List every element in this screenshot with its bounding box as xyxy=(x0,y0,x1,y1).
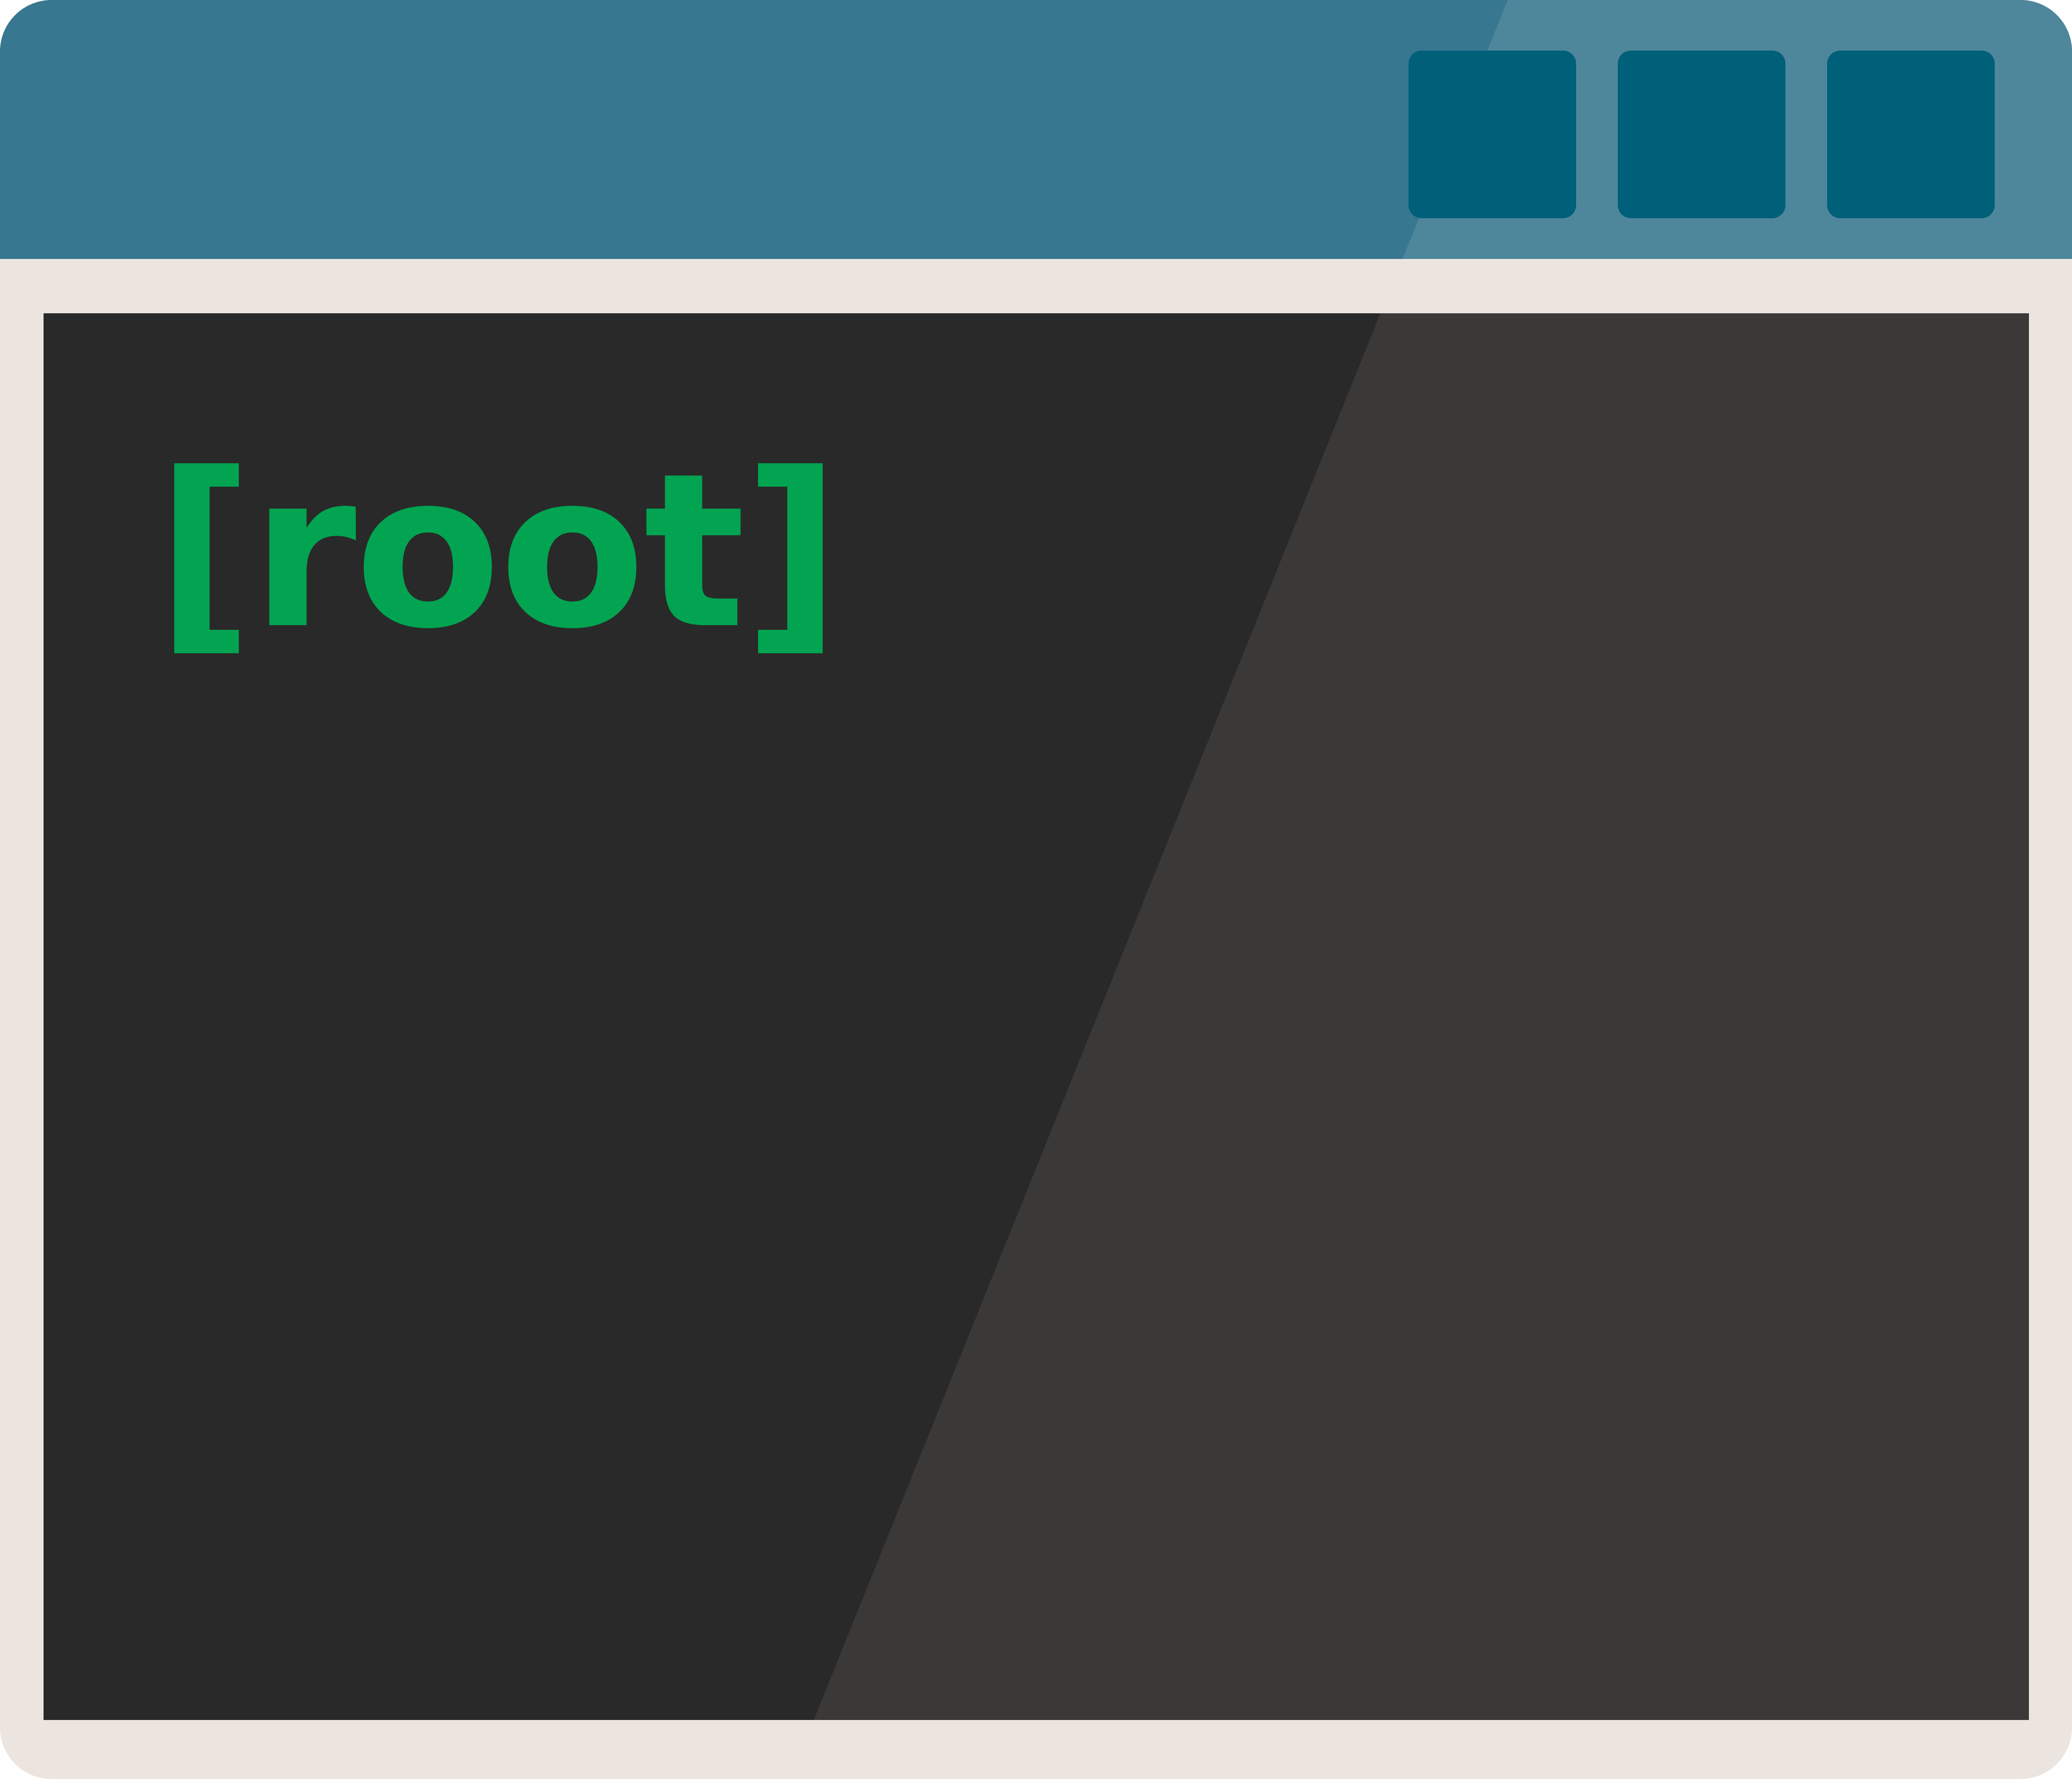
root-prompt: [root] xyxy=(156,428,841,676)
terminal-window: [root] xyxy=(0,0,2072,1779)
title-bar[interactable] xyxy=(0,0,2072,259)
window-control-button-3[interactable] xyxy=(1827,51,1995,218)
window-control-button-2[interactable] xyxy=(1618,51,1785,218)
terminal-area[interactable]: [root] xyxy=(44,313,2029,1720)
window-control-button-1[interactable] xyxy=(1408,51,1576,218)
